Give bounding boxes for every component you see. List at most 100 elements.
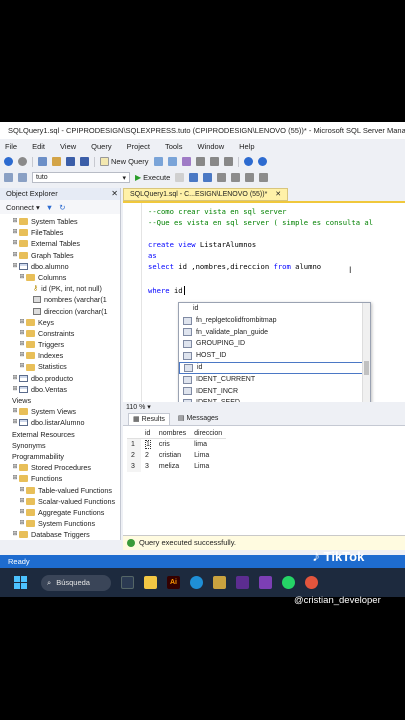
tree-item[interactable]: ⊞ dbo.listarAlumno xyxy=(0,417,120,428)
menu-help[interactable]: Help xyxy=(239,142,254,151)
expand-icon[interactable]: ⊞ xyxy=(18,518,26,529)
tree-item[interactable]: ⊞ System Views xyxy=(0,406,120,417)
table-row[interactable]: 2 2 cristian Lima xyxy=(127,449,226,461)
autocomplete-item[interactable]: GROUPING_ID xyxy=(179,338,370,350)
scrollbar-thumb[interactable] xyxy=(364,361,369,375)
table-row[interactable]: 1 1 cris lima xyxy=(127,438,226,450)
disconnect-icon[interactable] xyxy=(18,173,27,182)
tree-item[interactable]: ⊞ Functions xyxy=(0,473,120,484)
menu-project[interactable]: Project xyxy=(127,142,150,151)
ssms-taskbar-icon[interactable] xyxy=(213,576,226,589)
indent-icon[interactable] xyxy=(259,173,269,182)
close-icon[interactable]: ✕ xyxy=(111,188,118,200)
tree-item[interactable]: ⊞ External Tables xyxy=(0,238,120,249)
autocomplete-item[interactable]: fn_validate_plan_guide xyxy=(179,327,370,339)
expand-icon[interactable]: ⊞ xyxy=(18,507,26,518)
visual-studio-icon[interactable] xyxy=(236,576,249,589)
table-cell[interactable]: cristian xyxy=(155,450,190,461)
whatsapp-icon[interactable] xyxy=(282,576,295,589)
results-grid-icon[interactable] xyxy=(217,173,227,182)
tree-item[interactable]: ⊞ dbo.producto xyxy=(0,373,120,384)
mdx-icon[interactable] xyxy=(167,157,177,166)
task-view-icon[interactable] xyxy=(121,576,134,589)
illustrator-icon[interactable]: Ai xyxy=(167,576,180,589)
expand-icon[interactable]: ⊞ xyxy=(11,417,19,428)
tree-item[interactable]: Programmability xyxy=(0,451,120,462)
table-cell[interactable]: cris xyxy=(155,439,190,450)
expand-icon[interactable]: ⊞ xyxy=(18,328,26,339)
tree-item[interactable]: direccion (varchar(1 xyxy=(0,306,120,317)
expand-icon[interactable]: ⊞ xyxy=(11,261,19,272)
menu-view[interactable]: View xyxy=(60,142,76,151)
expand-icon[interactable]: ⊞ xyxy=(11,227,19,238)
table-cell[interactable]: 3 xyxy=(141,461,155,472)
tab-messages[interactable]: ▤ Messages xyxy=(174,413,222,425)
expand-icon[interactable]: ⊞ xyxy=(11,529,19,540)
table-cell[interactable]: lima xyxy=(190,439,226,450)
menu-file[interactable]: File xyxy=(5,142,17,151)
chrome-icon[interactable] xyxy=(305,576,318,589)
redo-icon[interactable] xyxy=(257,157,267,166)
chevron-down-icon[interactable]: ▾ xyxy=(147,404,151,411)
tab-results[interactable]: ▦ Results xyxy=(128,413,170,425)
expand-icon[interactable]: ⊞ xyxy=(18,361,26,372)
tree-item[interactable]: ⊞ Graph Tables xyxy=(0,250,120,261)
autocomplete-item[interactable]: IDENT_CURRENT xyxy=(179,374,370,386)
expand-icon[interactable]: ⊞ xyxy=(11,384,19,395)
autocomplete-item[interactable]: id xyxy=(179,361,370,374)
expand-icon[interactable]: ⊞ xyxy=(11,406,19,417)
tree-item[interactable]: ⊞ Table-valued Functions xyxy=(0,485,120,496)
execute-button[interactable]: ▶ Execute xyxy=(135,173,170,182)
new-project-icon[interactable] xyxy=(38,157,47,166)
tree-item[interactable]: ⊞ FileTables xyxy=(0,227,120,238)
expand-icon[interactable]: ⊞ xyxy=(11,238,19,249)
tree-item[interactable]: ⊞ Indexes xyxy=(0,350,120,361)
table-cell[interactable]: Lima xyxy=(190,450,226,461)
expand-icon[interactable]: ⊞ xyxy=(18,339,26,350)
autocomplete-scrollbar[interactable] xyxy=(362,303,370,415)
tree-item[interactable]: ⊞ Scalar-valued Functions xyxy=(0,496,120,507)
table-row[interactable]: 3 3 meliza Lima xyxy=(127,460,226,472)
autocomplete-item[interactable]: fn_replgetcolidfrombitmap xyxy=(179,315,370,327)
save-all-icon[interactable] xyxy=(80,157,89,166)
column-header[interactable]: id xyxy=(141,429,155,439)
close-tab-icon[interactable]: ✕ xyxy=(275,191,281,198)
table-cell[interactable]: Lima xyxy=(190,461,226,472)
menu-edit[interactable]: Edit xyxy=(32,142,45,151)
expand-icon[interactable]: ⊞ xyxy=(18,350,26,361)
stop-icon[interactable] xyxy=(175,173,185,182)
expand-icon[interactable]: ⊞ xyxy=(11,473,19,484)
new-query-button[interactable]: New Query xyxy=(100,157,149,166)
table-cell[interactable]: 2 xyxy=(141,450,155,461)
windows-start-icon[interactable] xyxy=(14,576,27,589)
autocomplete-list[interactable]: id fn_replgetcolidfrombitmap fn_validate_… xyxy=(178,302,371,416)
zoom-level[interactable]: 110 % xyxy=(126,404,145,411)
results-text-icon[interactable] xyxy=(231,173,241,182)
refresh-icon[interactable]: ↻ xyxy=(59,203,65,212)
save-icon[interactable] xyxy=(66,157,75,166)
menu-window[interactable]: Window xyxy=(197,142,224,151)
taskbar-search[interactable]: ⌕ Búsqueda xyxy=(41,574,111,591)
tree-item[interactable]: ⊞ Columns xyxy=(0,272,120,283)
tree-item[interactable]: ⚷ id (PK, int, not null) xyxy=(0,283,120,294)
autocomplete-item[interactable]: IDENT_INCR xyxy=(179,386,370,398)
tree-item[interactable]: ⊞ System Functions xyxy=(0,518,120,529)
tree-item[interactable]: ⊞ Database Triggers xyxy=(0,529,120,540)
tab-sqlquery1[interactable]: SQLQuery1.sql - C...ESIGN\LENOVO (55))* … xyxy=(123,188,289,201)
menu-tools[interactable]: Tools xyxy=(165,142,183,151)
table-cell[interactable]: meliza xyxy=(155,461,190,472)
expand-icon[interactable]: ⊞ xyxy=(18,496,26,507)
plan-icon[interactable] xyxy=(203,173,213,182)
comment-icon[interactable] xyxy=(245,173,255,182)
menu-query[interactable]: Query xyxy=(91,142,111,151)
visual-studio-2-icon[interactable] xyxy=(259,576,272,589)
file-explorer-icon[interactable] xyxy=(144,576,157,589)
tree-item[interactable]: ⊞ Aggregate Functions xyxy=(0,507,120,518)
tree-item[interactable]: ⊞ Stored Procedures xyxy=(0,462,120,473)
tree-item[interactable]: Views xyxy=(0,395,120,406)
tree-item[interactable]: nombres (varchar(1 xyxy=(0,294,120,305)
tree-item[interactable]: ⊞ Keys xyxy=(0,317,120,328)
database-selector[interactable]: tuto ▾ xyxy=(32,172,130,183)
filter-icon[interactable]: ▼ xyxy=(46,203,53,212)
autocomplete-item[interactable]: HOST_ID xyxy=(179,350,370,362)
